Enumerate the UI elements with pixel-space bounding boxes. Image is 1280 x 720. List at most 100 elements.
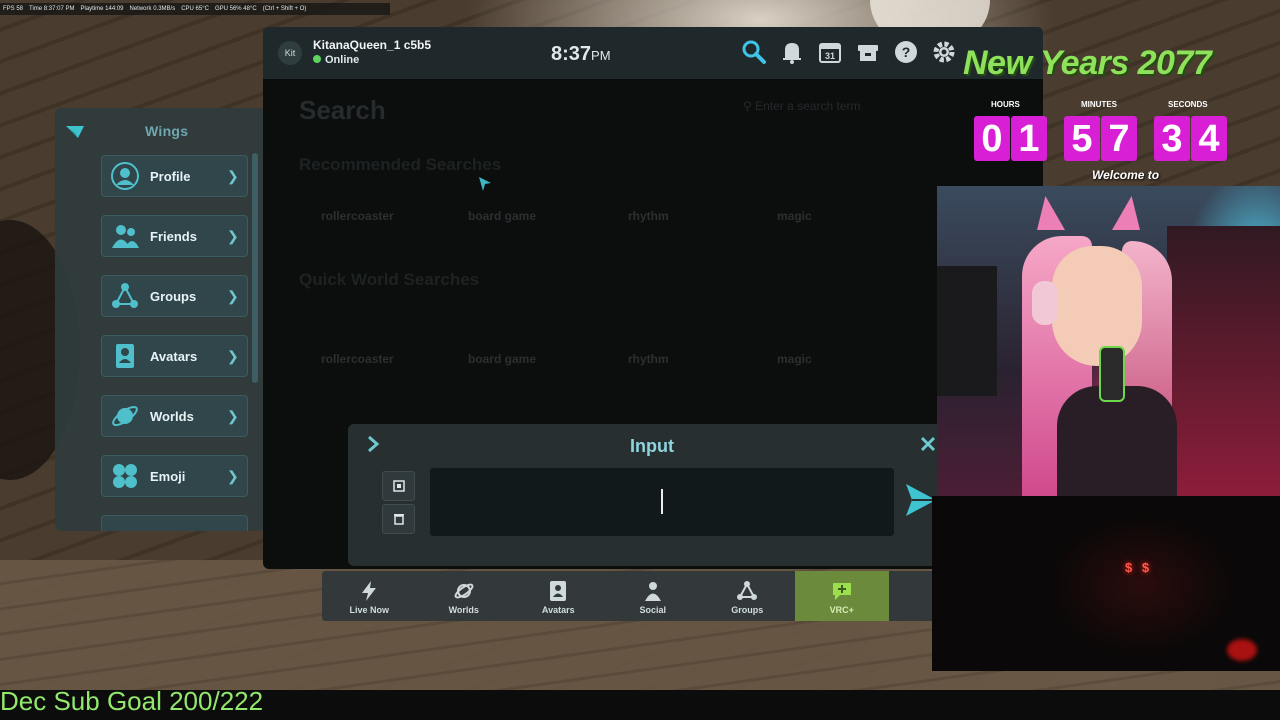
quick-tag[interactable]: magic xyxy=(777,352,812,366)
wing-item-worlds[interactable]: Worlds ❯ xyxy=(101,395,248,437)
cam-chair xyxy=(1167,226,1280,496)
stat-playtime: Playtime 144:09 xyxy=(80,6,124,12)
close-icon[interactable] xyxy=(920,436,936,452)
avatars-icon xyxy=(116,344,134,368)
wing-item-more[interactable] xyxy=(101,515,248,531)
user-status: Online xyxy=(313,54,359,66)
countdown-digit: 5 xyxy=(1064,116,1100,161)
avatar-card-icon xyxy=(550,581,567,601)
online-dot-icon xyxy=(313,55,321,63)
wing-logo-icon xyxy=(66,126,84,138)
wing-scrollbar[interactable] xyxy=(252,153,258,383)
countdown-minutes-label: MINUTES xyxy=(1081,100,1117,109)
red-light xyxy=(1227,639,1257,661)
lightning-icon xyxy=(362,581,377,601)
text-input-field[interactable] xyxy=(430,468,894,536)
recommended-tag[interactable]: rhythm xyxy=(628,209,669,223)
wing-item-friends[interactable]: Friends ❯ xyxy=(101,215,248,257)
nav-social[interactable]: Social xyxy=(606,571,701,621)
countdown-digit: 7 xyxy=(1101,116,1137,161)
nav-label: Avatars xyxy=(541,605,575,615)
microphone-icon xyxy=(1099,346,1125,402)
nav-label: Live Now xyxy=(349,605,389,615)
stat-network: Network 0.3MB/s xyxy=(129,6,176,12)
nav-worlds[interactable]: Worlds xyxy=(417,571,512,621)
recommended-tag[interactable]: magic xyxy=(777,209,812,223)
countdown-hours-label: HOURS xyxy=(991,100,1020,109)
recommended-searches-title: Recommended Searches xyxy=(299,155,502,174)
planet-icon xyxy=(454,583,474,599)
copy-button[interactable] xyxy=(382,471,415,501)
stat-cpu: CPU 65°C xyxy=(181,6,209,12)
help-icon[interactable]: ? xyxy=(893,39,919,65)
bell-icon[interactable] xyxy=(779,39,805,65)
chevron-right-icon: ❯ xyxy=(227,167,239,184)
stat-fps: FPS 58 xyxy=(3,6,24,12)
chevron-right-icon: ❯ xyxy=(227,407,239,424)
user-avatar-badge[interactable]: Kit xyxy=(278,41,302,65)
wing-item-label: Groups xyxy=(150,288,197,304)
calendar-icon[interactable]: 31 xyxy=(817,39,843,65)
headphone-icon xyxy=(1032,281,1058,325)
wing-item-label: Worlds xyxy=(150,408,194,424)
menu-header: Kit KitanaQueen_1 c5b5 Online 8:37PM 31 … xyxy=(263,27,1043,79)
wing-item-avatars[interactable]: Avatars ❯ xyxy=(101,335,248,377)
dialog-title: Input xyxy=(630,436,674,456)
search-icon[interactable] xyxy=(741,39,767,65)
webcam-feed xyxy=(937,186,1280,496)
wing-item-emoji[interactable]: Emoji ❯ xyxy=(101,455,248,497)
social-icon xyxy=(644,582,661,601)
copy-icon xyxy=(392,480,405,492)
cat-ear-icon xyxy=(1112,196,1140,230)
status-label: Online xyxy=(325,54,360,66)
quick-world-searches-title: Quick World Searches xyxy=(299,270,480,289)
search-input[interactable]: ⚲ Enter a search term xyxy=(743,99,861,113)
inventory-icon[interactable] xyxy=(855,39,881,65)
nav-label: VRC+ xyxy=(829,605,854,615)
username: KitanaQueen_1 c5b5 xyxy=(313,38,432,52)
text-caret xyxy=(661,489,663,514)
cam-chalkboard xyxy=(937,266,997,396)
nav-label: Worlds xyxy=(448,605,479,615)
sub-goal-text: Dec Sub Goal 200/222 xyxy=(0,686,264,716)
chevron-right-icon: ❯ xyxy=(227,227,239,244)
quick-tag[interactable]: rhythm xyxy=(628,352,669,366)
trash-icon xyxy=(393,514,404,525)
countdown-digit: 4 xyxy=(1191,116,1227,161)
svg-text:31: 31 xyxy=(825,51,835,61)
gear-icon[interactable] xyxy=(931,39,957,65)
nav-vrc-plus[interactable]: VRC+ xyxy=(794,571,889,621)
wing-item-label: Emoji xyxy=(150,468,186,484)
nav-label: Groups xyxy=(731,605,764,615)
countdown-title: New Years 2077 xyxy=(963,44,1212,82)
recommended-tag[interactable]: rollercoaster xyxy=(321,209,394,223)
clock-time: 8:37 xyxy=(551,43,592,65)
countdown-seconds-label: SECONDS xyxy=(1168,100,1208,109)
chevron-right-icon: ❯ xyxy=(227,347,239,364)
recommended-tag[interactable]: board game xyxy=(468,209,536,223)
vrc-plus-icon xyxy=(832,583,851,600)
profile-icon xyxy=(111,162,139,190)
wing-item-profile[interactable]: Profile ❯ xyxy=(101,155,248,197)
search-page-title: Search xyxy=(299,95,386,125)
countdown-digit: 3 xyxy=(1154,116,1190,161)
nav-avatars[interactable]: Avatars xyxy=(511,571,606,621)
cam-face xyxy=(1052,246,1142,366)
secondary-camera-feed: $ $ xyxy=(932,496,1280,671)
wing-item-label: Friends xyxy=(150,228,197,244)
stat-gpu: GPU 56% 48°C xyxy=(214,6,257,12)
clock: 8:37PM xyxy=(551,43,611,66)
header-icon-bar: 31 ? xyxy=(741,39,957,65)
performance-stats-bar: FPS 58 Time 8:37:07 PM Playtime 144:09 N… xyxy=(0,3,390,15)
chevron-right-icon: ❯ xyxy=(227,287,239,304)
nav-live-now[interactable]: Live Now xyxy=(322,571,417,621)
emoji-icon xyxy=(113,464,137,488)
nav-groups[interactable]: Groups xyxy=(700,571,795,621)
worlds-icon xyxy=(112,405,138,427)
countdown-digit: 1 xyxy=(1011,116,1047,161)
wing-item-groups[interactable]: Groups ❯ xyxy=(101,275,248,317)
clear-button[interactable] xyxy=(382,504,415,534)
cam-body xyxy=(1057,386,1177,496)
quick-tag[interactable]: board game xyxy=(468,352,536,366)
quick-tag[interactable]: rollercoaster xyxy=(321,352,394,366)
